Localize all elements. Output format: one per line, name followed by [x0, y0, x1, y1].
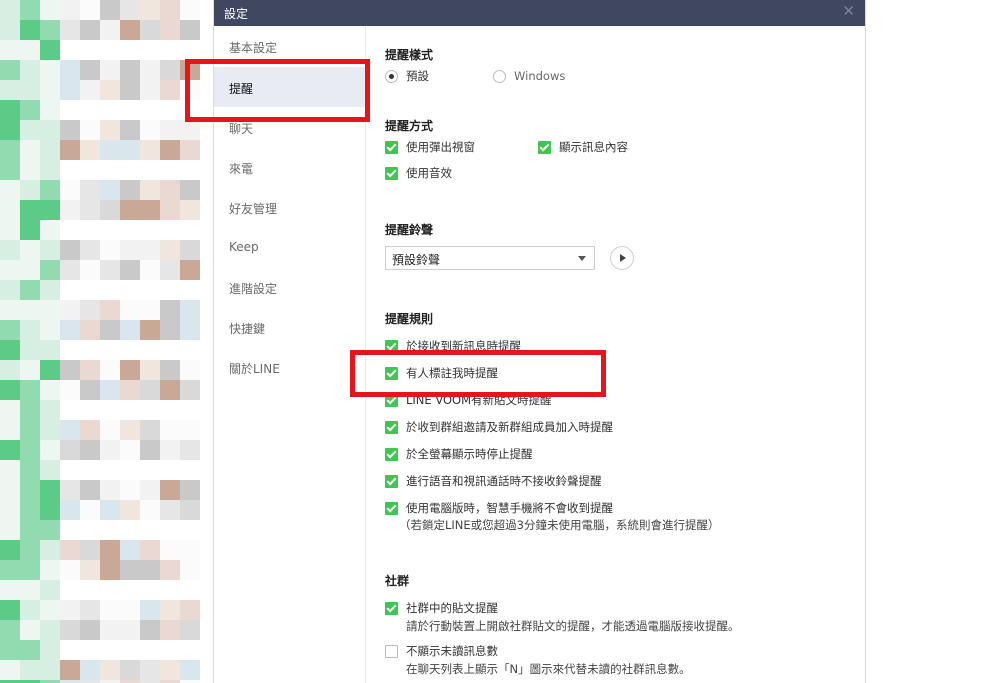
checkbox[interactable]	[385, 140, 398, 154]
checkbox-label: 於全螢幕顯示時停止提醒	[406, 447, 533, 461]
radio-label: Windows	[514, 69, 566, 83]
sidebar-item-about[interactable]: 關於LINE	[214, 347, 365, 387]
checkbox-sound[interactable]: 使用音效	[385, 164, 452, 182]
radio-label: 預設	[406, 69, 429, 83]
sidebar-item-advanced[interactable]: 進階設定	[214, 267, 365, 307]
settings-content: 提醒樣式 預設 Windows 提醒方式 使用彈出視窗 顯示訊息內容 使用音效 …	[365, 26, 865, 683]
checkbox-hide-unread-count[interactable]: 不顯示未讀訊息數	[385, 642, 498, 660]
settings-sidebar: 基本設定 提醒 聊天 來電 好友管理 Keep 進階設定 快捷鍵 關於LINE	[214, 26, 366, 683]
radio-button[interactable]	[385, 69, 398, 83]
checkbox-label: 有人標註我時提醒	[406, 366, 498, 380]
section-title-rules: 提醒規則	[385, 312, 434, 326]
sidebar-item-label: Keep	[229, 240, 259, 254]
section-title-notification-method: 提醒方式	[385, 119, 434, 133]
section-title-community: 社群	[385, 574, 410, 588]
checkbox-label: LINE VOOM有新貼文時提醒	[406, 393, 552, 407]
sidebar-item-calls[interactable]: 來電	[214, 147, 365, 187]
play-icon[interactable]	[610, 246, 634, 270]
sidebar-item-label: 聊天	[229, 122, 254, 136]
checkbox[interactable]	[385, 644, 398, 658]
close-icon[interactable]: ✕	[842, 2, 855, 20]
checkbox[interactable]	[385, 393, 398, 407]
checkbox-label: 使用音效	[406, 166, 452, 180]
rule-pc-mode-note: （若鎖定LINE或您超過3分鐘未使用電腦，系統則會進行提醒）	[399, 518, 720, 532]
title-bar: 設定 ✕	[214, 0, 865, 26]
checkbox[interactable]	[385, 501, 398, 515]
section-title-ringtone: 提醒鈴聲	[385, 223, 434, 237]
checkbox[interactable]	[385, 601, 398, 615]
window-title: 設定	[224, 7, 249, 21]
checkbox[interactable]	[385, 447, 398, 461]
checkbox-rule-fullscreen[interactable]: 於全螢幕顯示時停止提醒	[385, 445, 533, 463]
checkbox-label: 於收到群組邀請及新群組成員加入時提醒	[406, 420, 613, 434]
radio-button[interactable]	[493, 69, 506, 83]
chevron-down-icon	[578, 256, 586, 261]
checkbox-label: 使用電腦版時，智慧手機將不會收到提醒	[406, 501, 613, 515]
checkbox[interactable]	[385, 474, 398, 488]
checkbox-show-content[interactable]: 顯示訊息內容	[538, 138, 628, 156]
sidebar-item-label: 快捷鍵	[229, 322, 266, 336]
sidebar-item-label: 基本設定	[229, 41, 278, 55]
sidebar-item-keep[interactable]: Keep	[214, 227, 365, 267]
sidebar-item-label: 關於LINE	[229, 362, 280, 376]
checkbox-rule-voom[interactable]: LINE VOOM有新貼文時提醒	[385, 391, 552, 409]
checkbox[interactable]	[385, 339, 398, 353]
sidebar-item-shortcuts[interactable]: 快捷鍵	[214, 307, 365, 347]
community-posts-note: 請於行動裝置上開啟社群貼文的提醒，才能透過電腦版接收提醒。	[406, 619, 740, 633]
checkbox-label: 使用彈出視窗	[406, 140, 475, 154]
sidebar-item-label: 進階設定	[229, 282, 278, 296]
checkbox-rule-new-message[interactable]: 於接收到新訊息時提醒	[385, 337, 521, 355]
checkbox-label: 進行語音和視訊通話時不接收鈴聲提醒	[406, 474, 602, 488]
sidebar-item-friends[interactable]: 好友管理	[214, 187, 365, 227]
radio-style-windows[interactable]: Windows	[493, 67, 565, 85]
checkbox-label: 社群中的貼文提醒	[406, 601, 498, 615]
sidebar-item-label: 來電	[229, 162, 254, 176]
radio-style-default[interactable]: 預設	[385, 67, 429, 85]
settings-dialog: 設定 ✕ 基本設定 提醒 聊天 來電 好友管理 Keep 進階設定 快捷鍵 關於…	[214, 0, 865, 683]
checkbox[interactable]	[385, 166, 398, 180]
blurred-chat-list	[0, 0, 214, 683]
checkbox[interactable]	[385, 366, 398, 380]
checkbox-rule-group-invite[interactable]: 於收到群組邀請及新群組成員加入時提醒	[385, 418, 613, 436]
checkbox-community-posts[interactable]: 社群中的貼文提醒	[385, 599, 498, 617]
sidebar-item-notifications[interactable]: 提醒	[214, 67, 365, 107]
sidebar-item-chat[interactable]: 聊天	[214, 107, 365, 147]
checkbox-popup[interactable]: 使用彈出視窗	[385, 138, 475, 156]
ringtone-value: 預設鈴聲	[392, 253, 441, 267]
checkbox-label: 於接收到新訊息時提醒	[406, 339, 521, 353]
checkbox-rule-call-ringtone[interactable]: 進行語音和視訊通話時不接收鈴聲提醒	[385, 472, 602, 490]
checkbox-label: 顯示訊息內容	[559, 140, 628, 154]
ringtone-select[interactable]: 預設鈴聲	[385, 246, 595, 270]
checkbox[interactable]	[385, 420, 398, 434]
sidebar-item-label: 好友管理	[229, 202, 278, 216]
checkbox-rule-mention[interactable]: 有人標註我時提醒	[385, 364, 498, 382]
sidebar-item-basic[interactable]: 基本設定	[214, 26, 365, 66]
checkbox[interactable]	[538, 140, 551, 154]
section-title-notification-style: 提醒樣式	[385, 48, 434, 62]
checkbox-rule-pc-mode[interactable]: 使用電腦版時，智慧手機將不會收到提醒	[385, 499, 613, 517]
checkbox-label: 不顯示未讀訊息數	[406, 644, 498, 658]
sidebar-item-label: 提醒	[229, 82, 254, 96]
hide-unread-count-note: 在聊天列表上顯示「N」圖示來代替未讀的社群訊息數。	[406, 662, 691, 676]
